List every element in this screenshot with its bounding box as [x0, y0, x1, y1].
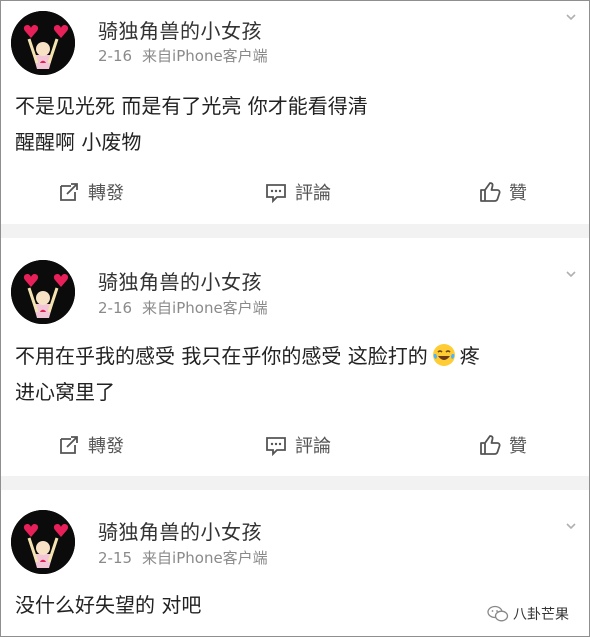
- content-line: 不是见光死 而是有了光亮 你才能看得清: [15, 94, 368, 118]
- repost-label: 轉發: [88, 183, 124, 204]
- repost-button[interactable]: 轉發: [58, 425, 124, 465]
- avatar[interactable]: [11, 260, 75, 324]
- post-meta: 2-16 来自iPhone客户端: [98, 45, 268, 66]
- chevron-down-icon[interactable]: [565, 11, 577, 23]
- comment-label: 評論: [295, 436, 331, 457]
- content-line: 不用在乎我的感受 我只在乎你的感受 这脸打的: [15, 344, 428, 368]
- weibo-feed: 骑独角兽的小女孩 2-16 来自iPhone客户端 不是见光死 而是有了光亮 你才…: [0, 0, 590, 637]
- comment-icon: [266, 437, 286, 456]
- like-label: 贊: [509, 183, 527, 204]
- repost-button[interactable]: 轉發: [58, 172, 124, 212]
- repost-icon: [60, 183, 78, 201]
- comment-button[interactable]: 評論: [265, 172, 331, 212]
- post-content: 不用在乎我的感受 我只在乎你的感受 这脸打的 疼 进心窝里了: [15, 338, 580, 410]
- avatar[interactable]: [11, 11, 75, 75]
- username[interactable]: 骑独角兽的小女孩: [98, 15, 262, 44]
- wechat-watermark: 八卦芒果: [487, 604, 569, 624]
- post-divider: [1, 476, 589, 490]
- like-label: 贊: [509, 436, 527, 457]
- post-meta: 2-16 来自iPhone客户端: [98, 297, 268, 318]
- post-divider: [1, 224, 589, 238]
- like-button[interactable]: 贊: [479, 172, 527, 212]
- comment-label: 評論: [295, 183, 331, 204]
- content-line: 醒醒啊 小废物: [15, 130, 142, 154]
- laughing-tears-emoji: [432, 344, 455, 366]
- like-button[interactable]: 贊: [479, 425, 527, 465]
- thumbs-up-icon: [480, 182, 501, 202]
- avatar[interactable]: [11, 510, 75, 574]
- post-actions: 轉發 評論 贊: [1, 425, 589, 465]
- post-content: 不是见光死 而是有了光亮 你才能看得清 醒醒啊 小废物: [15, 88, 580, 160]
- content-line: 疼: [459, 344, 480, 368]
- content-line: 进心窝里了: [15, 380, 115, 404]
- username[interactable]: 骑独角兽的小女孩: [98, 516, 262, 545]
- post-actions: 轉發 評論 贊: [1, 172, 589, 212]
- repost-icon: [60, 436, 78, 454]
- thumbs-up-icon: [480, 435, 501, 455]
- watermark-text: 八卦芒果: [513, 607, 569, 623]
- chevron-down-icon[interactable]: [565, 268, 577, 280]
- post-source: 来自iPhone客户端: [142, 299, 268, 317]
- username[interactable]: 骑独角兽的小女孩: [98, 266, 262, 295]
- post-date: 2-16: [98, 299, 133, 317]
- post-meta: 2-15 来自iPhone客户端: [98, 547, 268, 568]
- post-card: 骑独角兽的小女孩 2-16 来自iPhone客户端 不是见光死 而是有了光亮 你才…: [1, 1, 589, 224]
- post-source: 来自iPhone客户端: [142, 549, 268, 567]
- post-date: 2-16: [98, 47, 133, 65]
- post-date: 2-15: [98, 549, 133, 567]
- chevron-down-icon[interactable]: [565, 520, 577, 532]
- wechat-icon: [487, 605, 509, 622]
- comment-button[interactable]: 評論: [265, 425, 331, 465]
- repost-label: 轉發: [88, 436, 124, 457]
- comment-icon: [266, 184, 286, 203]
- content-line: 没什么好失望的 对吧: [15, 593, 202, 617]
- post-card: 骑独角兽的小女孩 2-16 来自iPhone客户端 不用在乎我的感受 我只在乎你的…: [1, 238, 589, 476]
- post-source: 来自iPhone客户端: [142, 47, 268, 65]
